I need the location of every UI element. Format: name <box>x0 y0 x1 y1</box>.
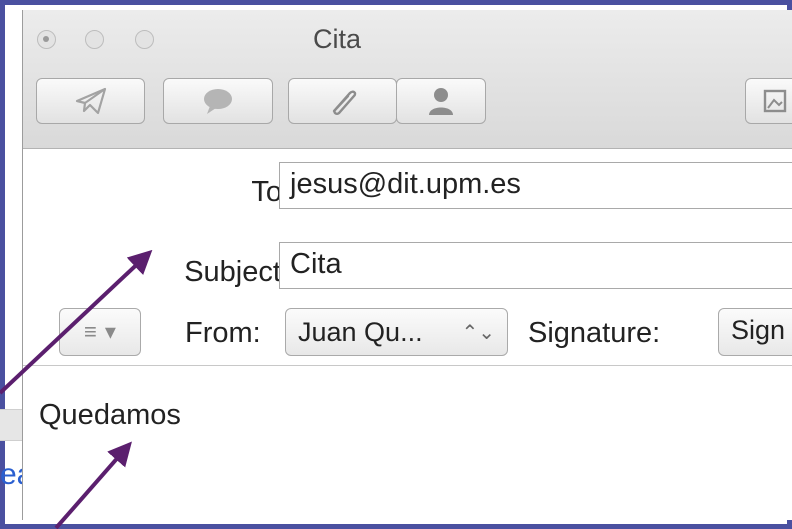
window-title: Cita <box>313 24 362 54</box>
from-value: Juan Qu... <box>298 316 423 347</box>
message-body[interactable]: Quedamos <box>39 399 181 432</box>
person-icon <box>429 88 453 115</box>
updown-arrows-icon: ⌃⌄ <box>461 321 495 344</box>
body-divider <box>23 365 792 366</box>
send-icon <box>75 87 106 115</box>
subject-label: Subject: <box>184 256 289 288</box>
send-button[interactable] <box>36 78 145 124</box>
header-fields-menu-button[interactable]: ≡ ▾ <box>59 308 141 356</box>
background-window-tab <box>0 409 22 441</box>
address-button[interactable] <box>396 78 486 124</box>
photo-browser-button[interactable] <box>745 78 792 124</box>
chat-bubble-icon <box>204 89 232 114</box>
to-label: To: <box>251 176 290 208</box>
chat-button[interactable] <box>163 78 273 124</box>
photo-browser-icon <box>763 89 787 113</box>
signature-popup[interactable]: Sign <box>718 308 792 356</box>
paperclip-icon <box>332 90 356 115</box>
signature-label: Signature: <box>528 317 661 349</box>
chevron-down-icon: ▾ <box>104 319 116 344</box>
subject-field[interactable]: Cita <box>279 242 792 289</box>
title-bar: Cita <box>23 10 792 149</box>
attach-button[interactable] <box>288 78 397 124</box>
from-popup[interactable]: Juan Qu... ⌃⌄ <box>285 308 508 356</box>
compose-window: Cita To: jesus@dit.upm.es Subject: Cita … <box>22 10 792 520</box>
to-field[interactable]: jesus@dit.upm.es <box>279 162 792 209</box>
list-icon: ≡ <box>84 319 97 344</box>
from-label: From: <box>185 317 261 349</box>
